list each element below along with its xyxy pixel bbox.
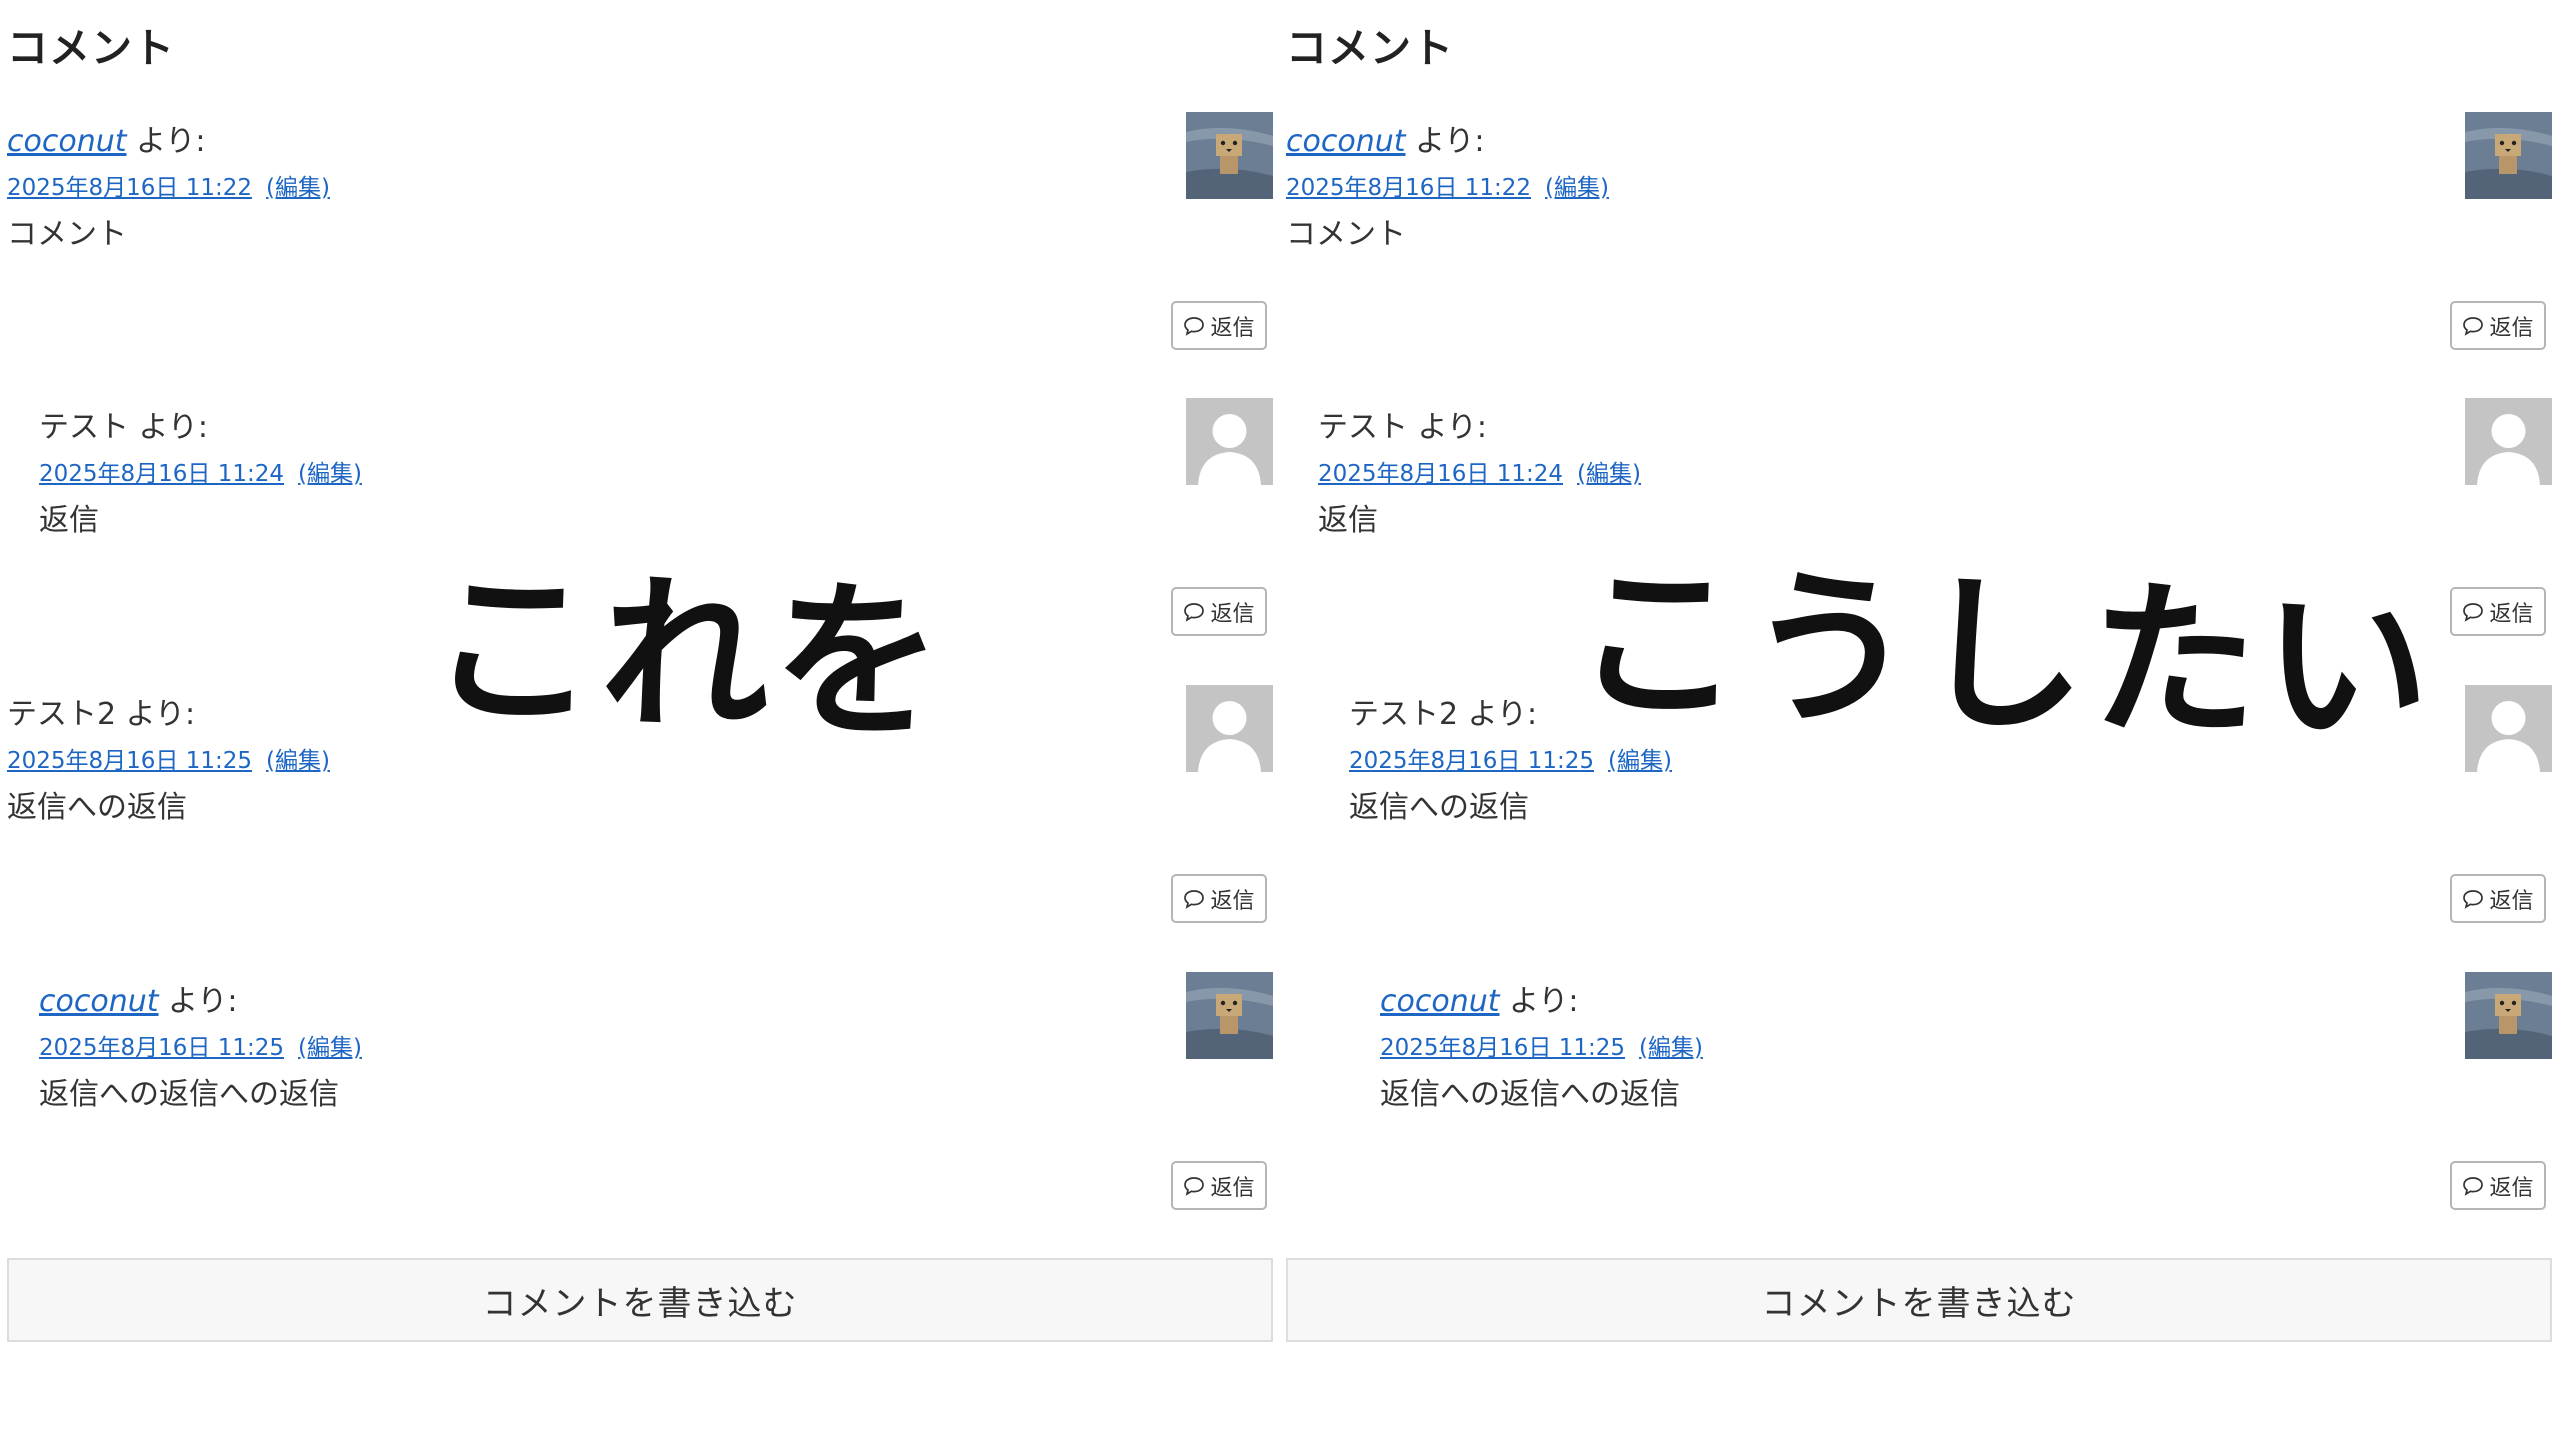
comment-text: 返信への返信への返信	[1380, 1077, 1680, 1112]
danbo-avatar-icon	[2465, 972, 2552, 1059]
comment-item: coconut より: 2025年8月16日 11:25 (編集) 返信への返信へ…	[1286, 860, 2552, 1210]
comment-edit-link[interactable]: (編集)	[1545, 175, 1609, 201]
comment-edit-link[interactable]: (編集)	[266, 175, 330, 201]
avatar	[1186, 112, 1273, 199]
comment-author-line: coconut より:	[7, 116, 206, 160]
avatar	[1186, 398, 1273, 485]
comment-item: テスト より: 2025年8月16日 11:24 (編集) 返信 返信	[1286, 286, 2552, 636]
comment-date-link[interactable]: 2025年8月16日 11:25	[1349, 748, 1594, 774]
comment-author-suffix: より:	[129, 410, 209, 445]
comment-author-link[interactable]: coconut	[1286, 124, 1406, 159]
comment-author-line: テスト2 より:	[7, 689, 195, 733]
comment-item: coconut より: 2025年8月16日 11:22 (編集) コメント 返信	[7, 0, 1273, 350]
comment-item: coconut より: 2025年8月16日 11:25 (編集) 返信への返信へ…	[7, 860, 1273, 1210]
comment-author-suffix: より:	[116, 697, 196, 732]
comment-text: 返信	[1318, 503, 1378, 538]
comment-text: 返信への返信	[7, 790, 187, 825]
comment-author-line: テスト より:	[39, 402, 208, 446]
comment-edit-link[interactable]: (編集)	[1639, 1035, 1703, 1061]
avatar	[2465, 685, 2552, 772]
avatar	[2465, 972, 2552, 1059]
comment-author-suffix: より:	[1499, 984, 1579, 1019]
comment-item: coconut より: 2025年8月16日 11:22 (編集) コメント 返信	[1286, 0, 2552, 350]
comment-text: 返信への返信への返信	[39, 1077, 339, 1112]
comment-meta: 2025年8月16日 11:22 (編集)	[7, 168, 330, 202]
comment-edit-link[interactable]: (編集)	[298, 461, 362, 487]
comment-author-name: テスト2	[7, 697, 117, 732]
avatar	[1186, 972, 1273, 1059]
comment-text: 返信	[39, 503, 99, 538]
reply-button[interactable]: 返信	[1171, 1161, 1267, 1210]
comment-author-link[interactable]: coconut	[7, 124, 127, 159]
danbo-avatar-icon	[1186, 972, 1273, 1059]
comment-meta: 2025年8月16日 11:24 (編集)	[39, 454, 362, 488]
danbo-avatar-icon	[1186, 112, 1273, 199]
comment-author-suffix: より:	[158, 984, 238, 1019]
comment-date-link[interactable]: 2025年8月16日 11:24	[39, 461, 284, 487]
comment-date-link[interactable]: 2025年8月16日 11:25	[39, 1035, 284, 1061]
comment-date-link[interactable]: 2025年8月16日 11:22	[7, 175, 252, 201]
comment-meta: 2025年8月16日 11:24 (編集)	[1318, 454, 1641, 488]
comment-text: コメント	[1286, 217, 1406, 252]
write-comment-button[interactable]: コメントを書き込む	[7, 1258, 1273, 1342]
comment-author-link[interactable]: coconut	[39, 984, 159, 1019]
comment-author-line: coconut より:	[1380, 976, 1579, 1020]
comment-author-name: テスト	[39, 410, 129, 445]
comment-edit-link[interactable]: (編集)	[1577, 461, 1641, 487]
comment-meta: 2025年8月16日 11:25 (編集)	[39, 1028, 362, 1062]
comment-author-line: テスト より:	[1318, 402, 1487, 446]
danbo-avatar-icon	[2465, 112, 2552, 199]
avatar	[2465, 112, 2552, 199]
comment-meta: 2025年8月16日 11:25 (編集)	[7, 741, 330, 775]
comment-author-link[interactable]: coconut	[1380, 984, 1500, 1019]
comment-edit-link[interactable]: (編集)	[266, 748, 330, 774]
comment-text: コメント	[7, 217, 127, 252]
default-person-icon	[1186, 685, 1273, 772]
comment-author-suffix: より:	[1405, 124, 1485, 159]
avatar	[1186, 685, 1273, 772]
comment-date-link[interactable]: 2025年8月16日 11:24	[1318, 461, 1563, 487]
default-person-icon	[2465, 685, 2552, 772]
comment-meta: 2025年8月16日 11:22 (編集)	[1286, 168, 1609, 202]
comment-date-link[interactable]: 2025年8月16日 11:22	[1286, 175, 1531, 201]
comment-date-link[interactable]: 2025年8月16日 11:25	[7, 748, 252, 774]
speech-bubble-icon	[2463, 1176, 2484, 1196]
comment-author-line: coconut より:	[39, 976, 238, 1020]
overlay-annotation-before: これを	[426, 549, 949, 763]
comment-text: 返信への返信	[1349, 790, 1529, 825]
speech-bubble-icon	[1184, 1176, 1205, 1196]
avatar	[2465, 398, 2552, 485]
comment-author-line: テスト2 より:	[1349, 689, 1537, 733]
default-person-icon	[2465, 398, 2552, 485]
reply-button-label: 返信	[2489, 1175, 2534, 1201]
comment-edit-link[interactable]: (編集)	[298, 1035, 362, 1061]
reply-button[interactable]: 返信	[2450, 1161, 2546, 1210]
comment-edit-link[interactable]: (編集)	[1608, 748, 1672, 774]
comment-date-link[interactable]: 2025年8月16日 11:25	[1380, 1035, 1625, 1061]
comment-meta: 2025年8月16日 11:25 (編集)	[1380, 1028, 1703, 1062]
comment-item: テスト より: 2025年8月16日 11:24 (編集) 返信 返信	[7, 286, 1273, 636]
reply-button-label: 返信	[1210, 1175, 1255, 1201]
comment-author-name: テスト2	[1349, 697, 1459, 732]
comment-author-name: テスト	[1318, 410, 1408, 445]
comment-author-line: coconut より:	[1286, 116, 1485, 160]
default-person-icon	[1186, 398, 1273, 485]
comment-author-suffix: より:	[1458, 697, 1538, 732]
comment-author-suffix: より:	[126, 124, 206, 159]
comment-author-suffix: より:	[1408, 410, 1488, 445]
overlay-annotation-after: こうしたい	[1571, 543, 2438, 769]
write-comment-button[interactable]: コメントを書き込む	[1286, 1258, 2552, 1342]
